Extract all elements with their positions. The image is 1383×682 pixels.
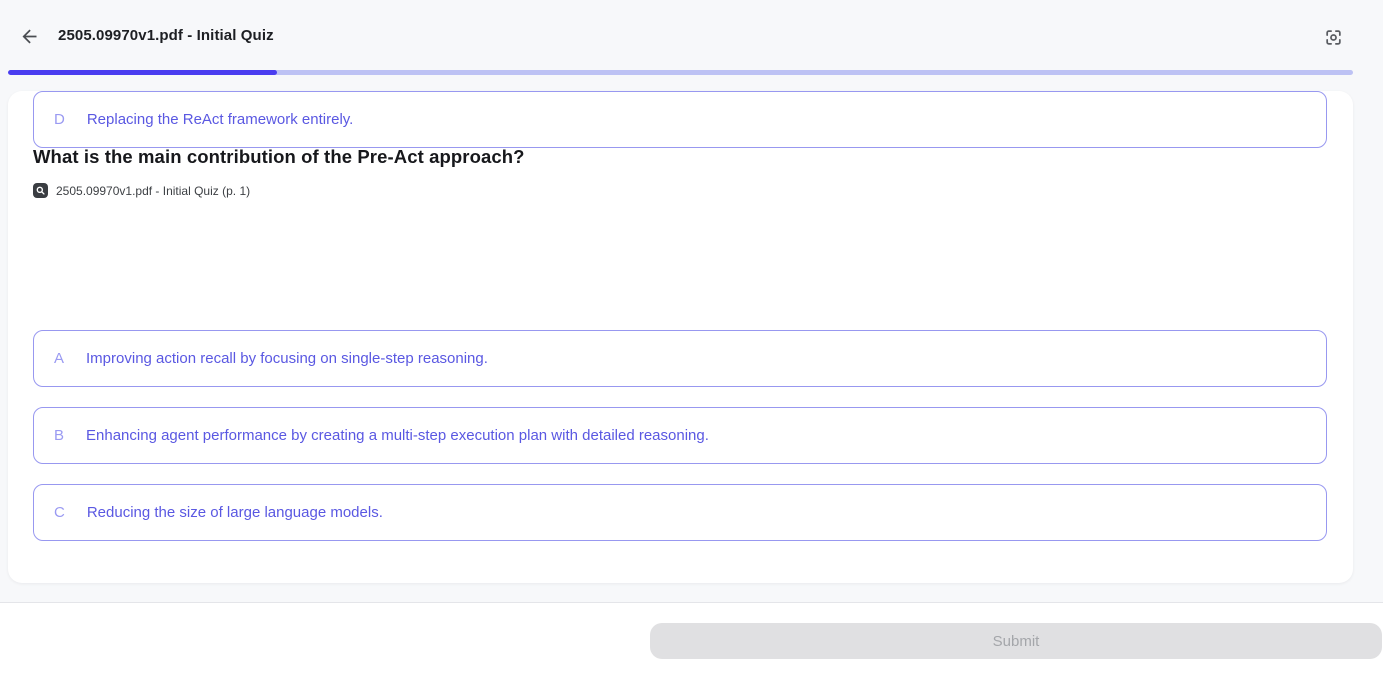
source-citation-chip[interactable]: 2505.09970v1.pdf - Initial Quiz (p. 1) [33,183,250,198]
option-text: Replacing the ReAct framework entirely. [87,111,354,128]
question-card: Question 1 of 5 What is the main contrib… [8,91,1353,583]
option-text: Reducing the size of large language mode… [87,504,383,521]
option-letter: A [54,350,64,367]
center-focus-icon [1324,28,1343,47]
submit-button[interactable]: Submit [650,623,1382,659]
answer-option-a[interactable]: A Improving action recall by focusing on… [33,330,1327,387]
source-label: 2505.09970v1.pdf - Initial Quiz (p. 1) [56,184,250,198]
option-text: Enhancing agent performance by creating … [86,427,709,444]
answer-option-d[interactable]: D Replacing the ReAct framework entirely… [33,91,1327,148]
answer-option-b[interactable]: B Enhancing agent performance by creatin… [33,407,1327,464]
option-letter: B [54,427,64,444]
focus-view-button[interactable] [1320,24,1346,50]
top-bar: 2505.09970v1.pdf - Initial Quiz [0,0,1383,70]
footer-bar: Submit [0,602,1383,682]
arrow-left-icon [19,26,40,47]
answer-option-c[interactable]: C Reducing the size of large language mo… [33,484,1327,541]
option-text: Improving action recall by focusing on s… [86,350,488,367]
document-search-icon [33,183,48,198]
option-letter: D [54,111,65,128]
option-letter: C [54,504,65,521]
question-text: What is the main contribution of the Pre… [33,146,525,168]
quiz-progress-bar [8,70,1353,75]
back-button[interactable] [16,23,42,49]
document-title: 2505.09970v1.pdf - Initial Quiz [58,27,274,44]
quiz-progress-fill [8,70,277,75]
